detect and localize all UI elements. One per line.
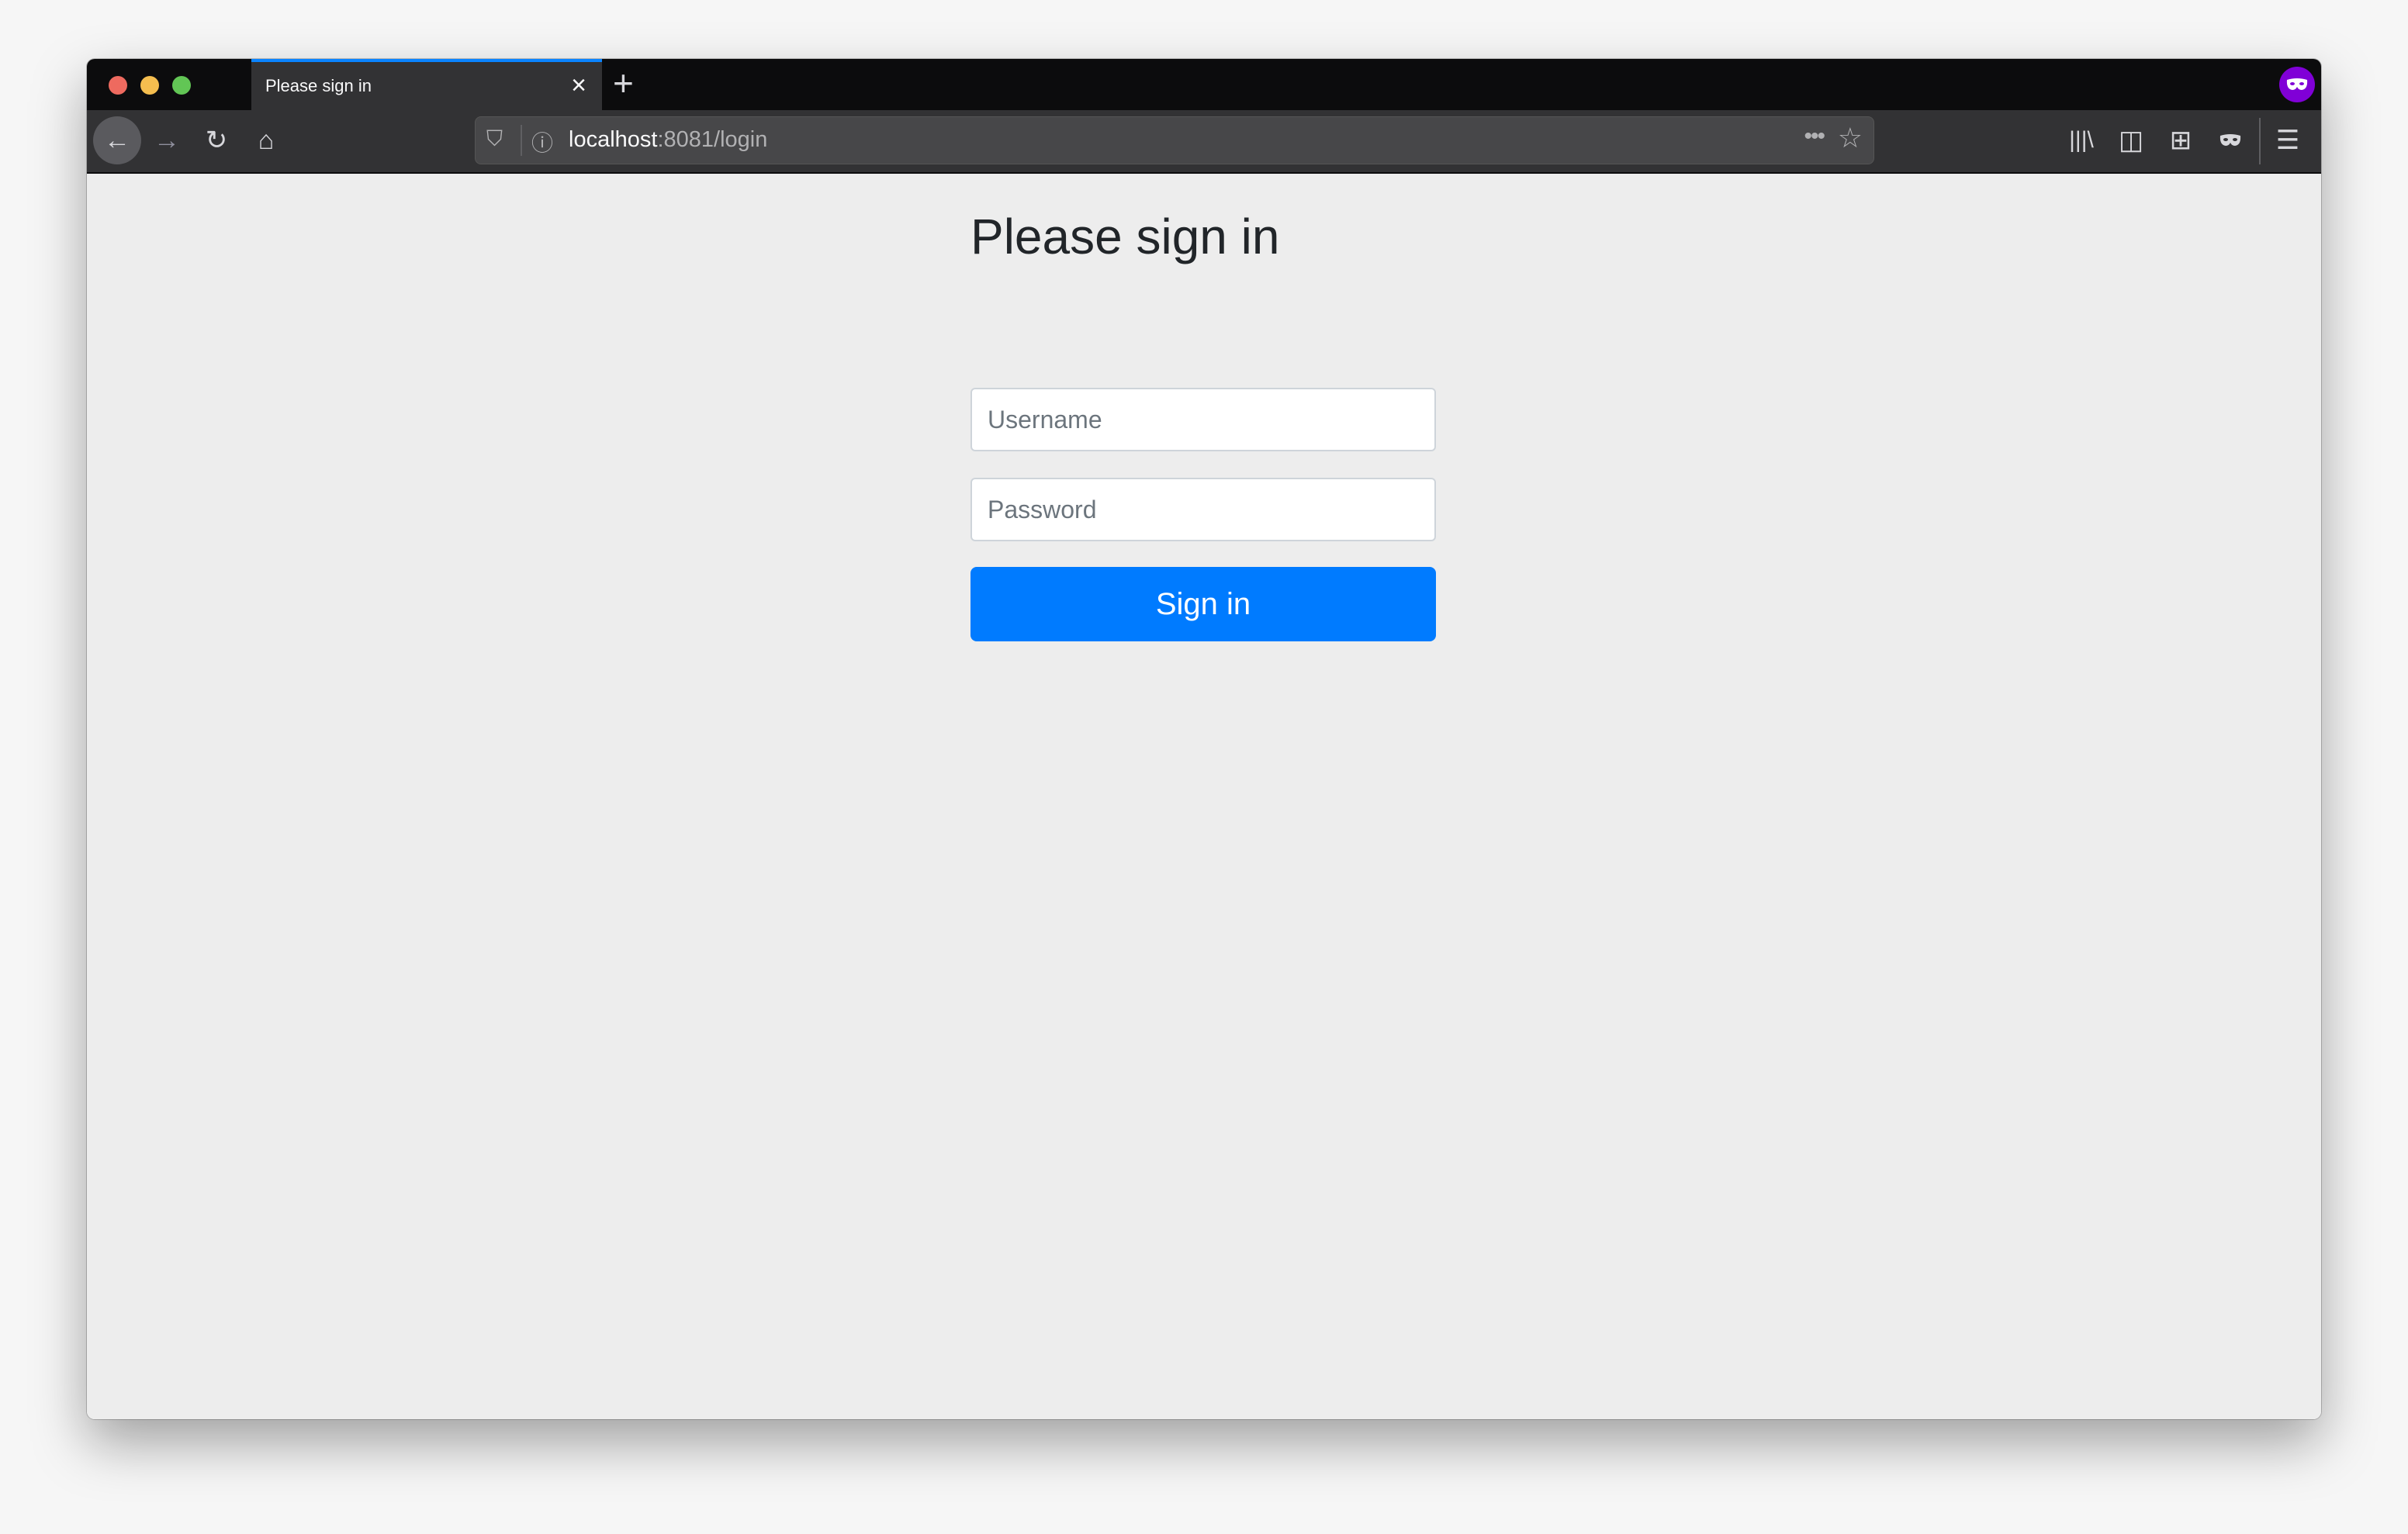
url-host: localhost — [569, 127, 658, 152]
page-content: Please sign in Username Password Sign in — [87, 174, 2321, 1419]
password-placeholder: Password — [988, 496, 1097, 523]
tab-active[interactable]: Please sign in × — [251, 59, 602, 110]
home-icon[interactable]: ⌂ — [242, 116, 290, 164]
private-mask-icon[interactable] — [2206, 116, 2254, 164]
window-controls — [109, 76, 191, 95]
star-icon[interactable]: ☆ — [1838, 122, 1863, 154]
private-browsing-icon — [2279, 67, 2315, 102]
browser-window: Please sign in × + ← → ↻ ⌂ ⛉ ⓘ localhost… — [87, 59, 2321, 1419]
username-placeholder: Username — [988, 406, 1102, 434]
url-path: :8081/login — [657, 127, 768, 152]
url-text[interactable]: localhost:8081/login — [569, 127, 767, 153]
close-window-button[interactable] — [109, 76, 127, 95]
more-icon[interactable]: ••• — [1804, 123, 1825, 150]
back-icon[interactable]: ← — [93, 116, 141, 164]
info-icon[interactable]: ⓘ — [531, 126, 553, 157]
close-tab-icon[interactable]: × — [571, 70, 586, 101]
menu-icon[interactable]: ☰ — [2264, 116, 2312, 164]
nav-toolbar: ← → ↻ ⌂ ⛉ ⓘ localhost:8081/login ••• ☆ |… — [87, 110, 2321, 174]
new-tab-button[interactable]: + — [613, 64, 634, 102]
username-input[interactable]: Username — [970, 388, 1436, 451]
reload-icon[interactable]: ↻ — [192, 116, 240, 164]
maximize-window-button[interactable] — [172, 76, 191, 95]
tab-bar: Please sign in × + — [87, 59, 2321, 110]
password-input[interactable]: Password — [970, 478, 1436, 541]
page-title: Please sign in — [970, 209, 1280, 264]
url-bar[interactable]: ⛉ ⓘ localhost:8081/login ••• ☆ — [475, 116, 1874, 164]
sidebar-icon[interactable]: ◫ — [2107, 116, 2155, 164]
shield-icon[interactable]: ⛉ — [486, 126, 503, 152]
url-separator — [521, 125, 522, 156]
sign-in-button[interactable]: Sign in — [970, 567, 1436, 641]
forward-icon[interactable]: → — [143, 116, 191, 164]
minimize-window-button[interactable] — [140, 76, 159, 95]
new-container-tab-icon[interactable]: ⊞ — [2157, 116, 2205, 164]
tab-title: Please sign in — [265, 76, 372, 95]
toolbar-divider — [2259, 118, 2261, 164]
library-icon[interactable]: |||\ — [2057, 116, 2105, 164]
